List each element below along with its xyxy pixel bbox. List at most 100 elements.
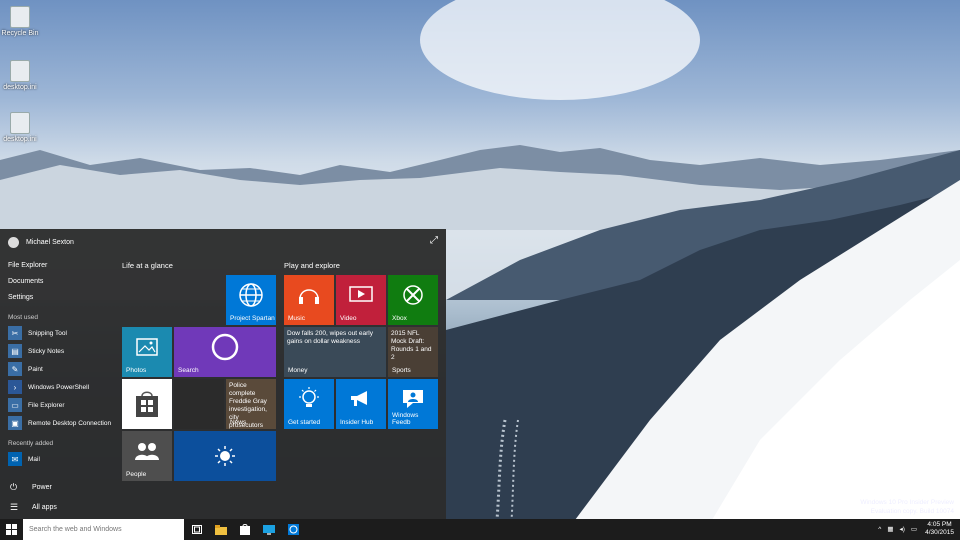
- tile-people[interactable]: People: [122, 431, 172, 481]
- link-documents[interactable]: Documents: [8, 278, 43, 285]
- tile-label: Music: [288, 315, 305, 322]
- start-button[interactable]: [0, 519, 23, 540]
- powershell-icon: ›: [8, 380, 22, 394]
- tile-label: Photos: [126, 367, 147, 374]
- store-icon: [122, 379, 172, 429]
- sun-icon: [174, 431, 276, 481]
- file-icon: [10, 112, 30, 134]
- search-input[interactable]: Search the web and Windows: [23, 519, 184, 540]
- photo-icon: [122, 327, 172, 367]
- desktop-icon-desktop-ini[interactable]: desktop.ini: [0, 112, 40, 143]
- user-account[interactable]: Michael Sexton: [8, 237, 74, 248]
- tile-label: Get started: [288, 419, 321, 426]
- volume-icon[interactable]: ◂): [899, 525, 904, 533]
- network-icon[interactable]: ▦: [887, 525, 893, 533]
- tile-insider-hub[interactable]: Insider Hub: [336, 379, 386, 429]
- app-snipping-tool[interactable]: ✂ Snipping Tool: [8, 326, 67, 340]
- app-windows-powershell[interactable]: › Windows PowerShell: [8, 380, 89, 394]
- tile-news[interactable]: Police complete Freddie Gray investigati…: [226, 379, 276, 429]
- cortana-icon: [174, 327, 276, 367]
- watermark-line: Evaluation copy. Build 10074: [870, 508, 954, 515]
- people-icon: [122, 431, 172, 471]
- most-used-header: Most used: [8, 314, 38, 321]
- remote-desktop-taskbar-icon[interactable]: [262, 523, 276, 536]
- recently-added-header: Recently added: [8, 440, 54, 447]
- clock-date: 4/30/2015: [925, 529, 954, 536]
- tile-photos[interactable]: Photos: [122, 327, 172, 377]
- notifications-icon[interactable]: ▭: [911, 525, 917, 533]
- tile-video[interactable]: Video: [336, 275, 386, 325]
- app-label: Remote Desktop Connection: [28, 419, 112, 427]
- power-button[interactable]: ⏻ Power: [10, 482, 52, 493]
- tile-xbox[interactable]: Xbox: [388, 275, 438, 325]
- all-apps-button[interactable]: ☰ All apps: [10, 502, 57, 513]
- tile-music[interactable]: Music: [284, 275, 334, 325]
- tile-label: Windows Feedb: [392, 412, 419, 426]
- build-watermark: Windows 10 Pro Insider Preview Evaluatio…: [860, 498, 954, 516]
- paint-icon: ✎: [8, 362, 22, 376]
- tile-label: Insider Hub: [340, 419, 374, 426]
- money-headline: Dow falls 200, wipes out early gains on …: [287, 330, 373, 345]
- all-apps-label: All apps: [32, 504, 57, 511]
- expand-icon[interactable]: ⤢: [430, 235, 438, 246]
- link-settings[interactable]: Settings: [8, 294, 33, 301]
- tile-label: Video: [340, 315, 357, 322]
- mail-icon: ✉: [8, 452, 22, 466]
- tile-label: Money: [288, 367, 308, 374]
- app-sticky-notes[interactable]: ▤ Sticky Notes: [8, 344, 64, 358]
- tile-search[interactable]: Search: [174, 327, 276, 377]
- power-label: Power: [32, 484, 52, 491]
- tile-project-spartan[interactable]: Project Spartan: [226, 275, 276, 325]
- start-menu: Michael Sexton ⤢ File Explorer Documents…: [0, 229, 446, 520]
- tile-label: Search: [178, 367, 199, 374]
- tile-windows-feedback[interactable]: Windows Feedb: [388, 379, 438, 429]
- windows-logo-icon: [6, 524, 17, 535]
- tile-sports[interactable]: 2015 NFL Mock Draft: Rounds 1 and 2 Spor…: [388, 327, 438, 377]
- desktop-icon-desktop-ini[interactable]: desktop.ini: [0, 60, 40, 91]
- tile-get-started[interactable]: Get started: [284, 379, 334, 429]
- app-remote-desktop[interactable]: ▣ Remote Desktop Connection: [8, 416, 111, 430]
- tile-label: Project Spartan: [230, 315, 275, 322]
- clock[interactable]: 4:05 PM 4/30/2015: [925, 521, 954, 537]
- app-label: Sticky Notes: [28, 347, 65, 355]
- tile-label: People: [126, 471, 147, 478]
- tile-money[interactable]: Dow falls 200, wipes out early gains on …: [284, 327, 386, 377]
- app-label: Snipping Tool: [28, 329, 67, 337]
- clock-time: 4:05 PM: [927, 521, 952, 528]
- link-file-explorer[interactable]: File Explorer: [8, 262, 47, 269]
- app-file-explorer[interactable]: ▭ File Explorer: [8, 398, 64, 412]
- file-icon: [10, 60, 30, 82]
- chevron-up-icon[interactable]: ^: [878, 526, 881, 533]
- group-header-play[interactable]: Play and explore: [284, 261, 340, 270]
- file-explorer-taskbar-icon[interactable]: [214, 523, 228, 536]
- tile-label: Sports: [392, 367, 411, 374]
- task-view-icon[interactable]: [190, 523, 204, 536]
- desktop-icon-recycle-bin[interactable]: Recycle Bin: [0, 6, 40, 37]
- app-paint[interactable]: ✎ Paint: [8, 362, 43, 376]
- xbox-icon: [388, 275, 438, 315]
- app-label: Mail: [28, 455, 40, 463]
- power-icon: ⏻: [10, 482, 18, 492]
- group-header-life[interactable]: Life at a glance: [122, 261, 173, 270]
- app-label: Paint: [28, 365, 43, 373]
- video-icon: [336, 275, 386, 315]
- headphones-icon: [284, 275, 334, 315]
- recycle-bin-icon: [10, 6, 30, 28]
- globe-icon: [226, 275, 276, 315]
- note-icon: ▤: [8, 344, 22, 358]
- watermark-line: Windows 10 Pro Insider Preview: [860, 499, 954, 506]
- tile-store[interactable]: [122, 379, 172, 429]
- scissors-icon: ✂: [8, 326, 22, 340]
- tile-empty[interactable]: [174, 379, 224, 429]
- spartan-browser-taskbar-icon[interactable]: [286, 523, 300, 536]
- taskbar: Search the web and Windows ^ ▦ ◂) ▭ 4:05…: [0, 519, 960, 540]
- store-taskbar-icon[interactable]: [238, 523, 252, 536]
- megaphone-icon: [336, 379, 386, 419]
- folder-icon: ▭: [8, 398, 22, 412]
- tile-weather[interactable]: [174, 431, 276, 481]
- lightbulb-icon: [284, 379, 334, 419]
- tile-label: News: [230, 419, 247, 426]
- app-mail[interactable]: ✉ Mail: [8, 452, 40, 466]
- user-avatar-icon: [8, 237, 19, 248]
- system-tray: ^ ▦ ◂) ▭ 4:05 PM 4/30/2015: [878, 521, 954, 537]
